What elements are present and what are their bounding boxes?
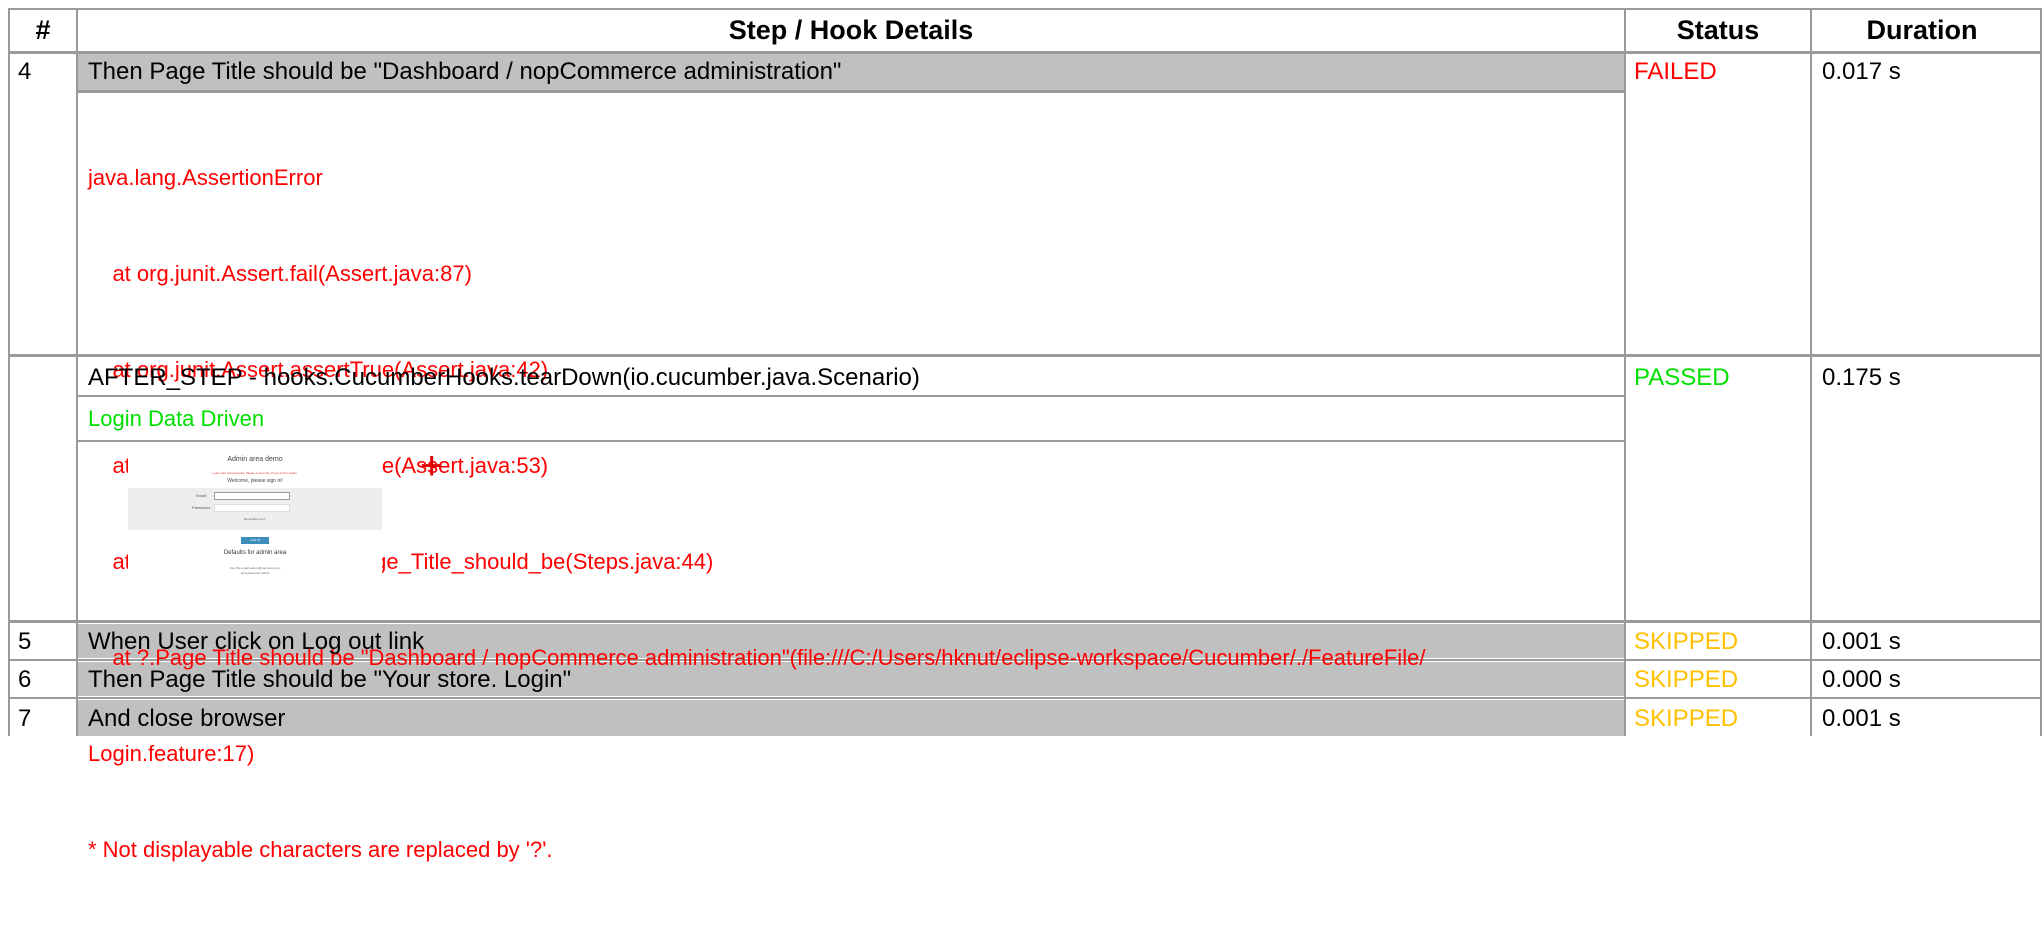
row-num: 6 [18,666,32,693]
trace-line: java.lang.AssertionError [88,165,323,190]
border [78,90,1624,93]
duration: 0.175 s [1822,364,1901,391]
thumb-password-input [214,504,290,512]
duration: 0.001 s [1822,705,1901,732]
header-duration: Duration [1866,15,1978,45]
thumb-email-input [214,492,290,500]
border [8,51,2042,54]
thumb-welcome: Welcome, please sign in! [227,478,283,484]
step-text: Then Page Title should be "Your store. L… [88,666,572,693]
duration: 0.001 s [1822,628,1901,655]
status-skipped: SKIPPED [1634,705,1739,732]
duration: 0.000 s [1822,666,1901,693]
header-status: Status [1676,15,1760,45]
trace-line: Login.feature:17) [88,741,255,766]
screenshot-thumbnail[interactable]: Admin area demo Login was unsuccessful. … [128,454,382,582]
thumb-defaults-line: and password: admin [240,571,270,575]
thumb-password-label: Password: [192,505,211,510]
status-skipped: SKIPPED [1634,628,1739,655]
step-text: Then Page Title should be "Dashboard / n… [88,58,842,85]
thumb-email-label: Email: [196,493,208,498]
border [1810,8,1812,736]
duration: 0.017 s [1822,58,1901,85]
header-num: # [35,15,51,45]
thumb-title: Admin area demo [227,456,283,463]
step-text: And close browser [88,705,286,732]
border [8,8,2042,10]
report-table: # Step / Hook Details Status Duration 4 … [0,0,2042,862]
row-num: 4 [18,58,32,85]
expand-plus-icon[interactable]: + [420,446,443,486]
status-failed: FAILED [1634,58,1717,85]
border [8,8,10,736]
trace-line: at org.junit.Assert.fail(Assert.java:87) [88,261,472,286]
status-passed: PASSED [1634,364,1730,391]
thumb-defaults-title: Defaults for admin area [223,550,287,556]
header-details: Step / Hook Details [728,15,974,45]
thumb-remember: Remember me? [244,517,266,521]
embedding-name[interactable]: Login Data Driven [88,406,264,432]
thumb-form-panel: Email: Password: Remember me? [128,488,382,530]
step-text: When User click on Log out link [88,628,425,655]
thumb-login-button: LOG IN [241,537,269,544]
trace-line: * Not displayable characters are replace… [88,837,553,862]
thumb-notice: Login was unsuccessful. Please correct t… [212,471,298,475]
row-num: 5 [18,628,32,655]
hook-text: AFTER_STEP - hooks.CucumberHooks.tearDow… [88,364,920,391]
row-num: 7 [18,705,32,732]
status-skipped: SKIPPED [1634,666,1739,693]
border [76,8,78,736]
thumb-defaults-line: Use this email: admin@yourstore.com [229,566,281,570]
